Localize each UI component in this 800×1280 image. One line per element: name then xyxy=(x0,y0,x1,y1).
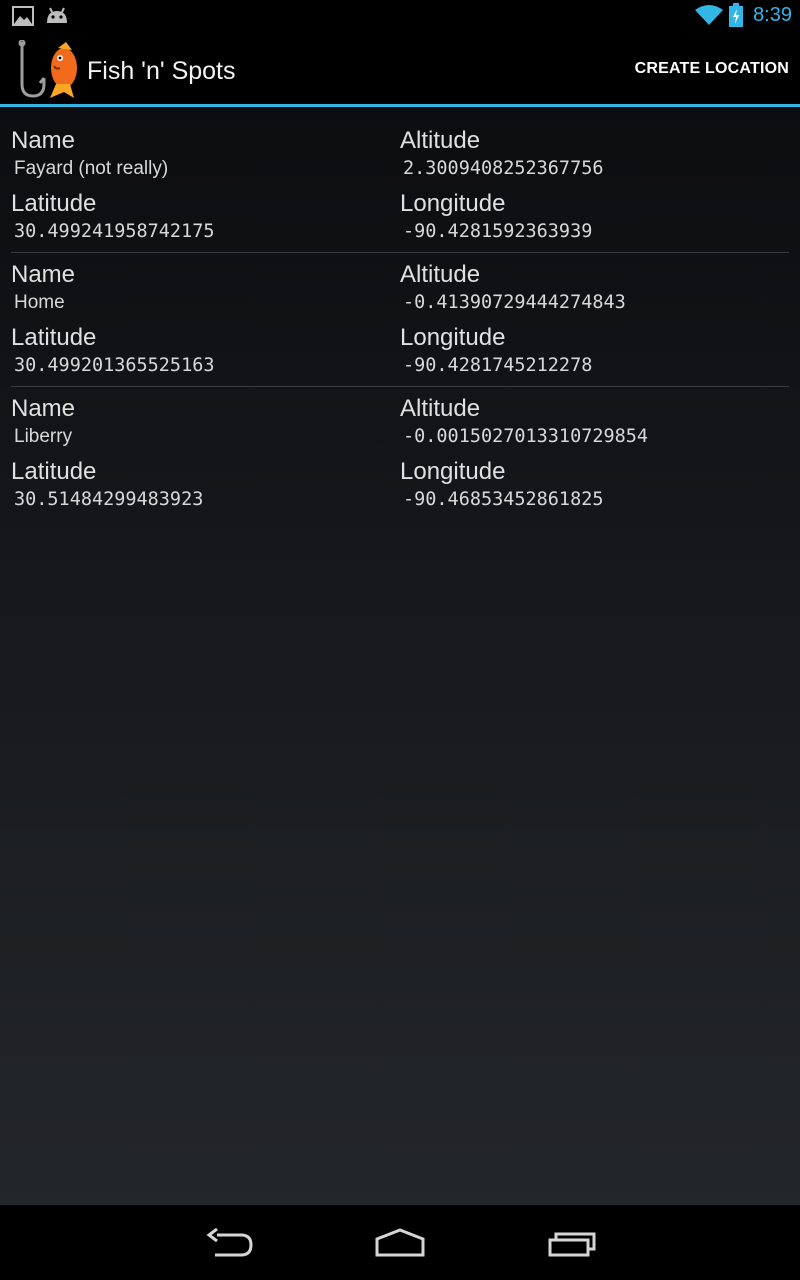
longitude-label: Longitude xyxy=(400,458,506,485)
create-location-button[interactable]: CREATE LOCATION xyxy=(635,60,789,78)
altitude-label: Altitude xyxy=(400,261,481,288)
system-icons: 8:39 xyxy=(695,3,792,27)
image-notification-icon xyxy=(12,6,34,26)
location-item[interactable]: Name Liberry Altitude -0.001502701331072… xyxy=(0,375,800,510)
altitude-value: 2.3009408252367756 xyxy=(403,158,604,179)
altitude-value: -0.0015027013310729854 xyxy=(403,426,649,447)
name-label: Name xyxy=(11,261,76,288)
clock: 8:39 xyxy=(753,3,792,26)
altitude-label: Altitude xyxy=(400,395,481,422)
fish-hook-logo-icon[interactable] xyxy=(16,40,82,100)
location-item[interactable]: Name Fayard (not really) Altitude 2.3009… xyxy=(0,107,800,253)
name-value: Fayard (not really) xyxy=(14,158,169,179)
wifi-icon xyxy=(695,5,724,25)
name-value: Home xyxy=(14,292,65,313)
name-label: Name xyxy=(11,395,76,422)
latitude-value: 30.51484299483923 xyxy=(14,489,204,510)
altitude-label: Altitude xyxy=(400,127,481,154)
action-bar: Fish 'n' Spots CREATE LOCATION xyxy=(0,34,800,106)
notification-icons xyxy=(12,6,70,26)
recent-apps-icon[interactable] xyxy=(547,1227,597,1259)
name-value: Liberry xyxy=(14,426,73,447)
battery-charging-icon xyxy=(729,3,744,27)
latitude-label: Latitude xyxy=(11,190,97,217)
latitude-value: 30.499201365525163 xyxy=(14,355,215,376)
latitude-label: Latitude xyxy=(11,458,97,485)
back-icon[interactable] xyxy=(205,1227,255,1259)
home-icon[interactable] xyxy=(374,1227,426,1259)
longitude-value: -90.46853452861825 xyxy=(403,489,604,510)
longitude-label: Longitude xyxy=(400,190,506,217)
app-title: Fish 'n' Spots xyxy=(87,57,236,85)
name-label: Name xyxy=(11,127,76,154)
latitude-value: 30.499241958742175 xyxy=(14,221,215,242)
altitude-value: -0.41390729444274843 xyxy=(403,292,626,313)
longitude-value: -90.4281592363939 xyxy=(403,221,593,242)
android-notification-icon xyxy=(47,7,67,23)
location-list[interactable]: Name Fayard (not really) Altitude 2.3009… xyxy=(0,107,800,1205)
longitude-label: Longitude xyxy=(400,324,506,351)
status-bar: 8:39 xyxy=(0,0,800,34)
location-item[interactable]: Name Home Altitude -0.41390729444274843 … xyxy=(0,241,800,387)
longitude-value: -90.4281745212278 xyxy=(403,355,593,376)
latitude-label: Latitude xyxy=(11,324,97,351)
navigation-bar xyxy=(0,1205,800,1280)
